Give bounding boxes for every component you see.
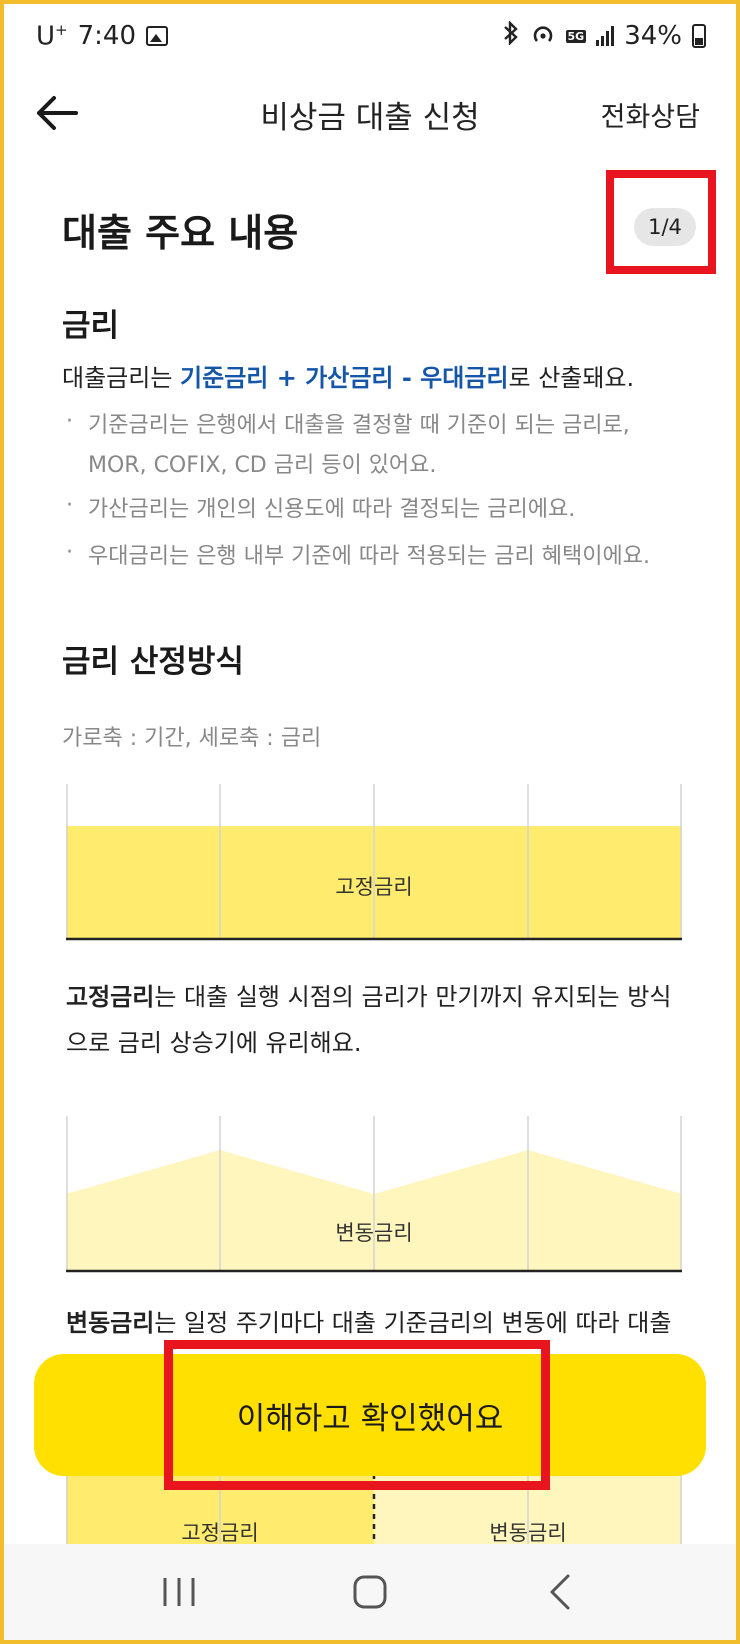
phone-consult-link[interactable]: 전화상담 bbox=[601, 95, 700, 134]
status-bar: U+ 7:40 5G 34% bbox=[4, 4, 736, 68]
carrier-label: U+ bbox=[36, 20, 68, 52]
rate-bullet: 가산금리는 개인의 신용도에 따라 결정되는 금리에요. bbox=[62, 486, 682, 530]
fixed-rate-svg: 고정금리 bbox=[66, 784, 682, 941]
rate-formula: 기준금리 + 가산금리 - 우대금리 bbox=[180, 364, 509, 392]
axis-note: 가로축 : 기간, 세로축 : 금리 bbox=[62, 726, 322, 751]
recent-apps-icon[interactable] bbox=[149, 1562, 209, 1622]
clock: 7:40 bbox=[77, 21, 136, 51]
variable-rate-chart: 변동금리 bbox=[66, 1116, 682, 1276]
rate-heading: 금리 bbox=[62, 308, 120, 344]
rate-intro: 대출금리는 기준금리 + 가산금리 - 우대금리로 산출돼요. bbox=[62, 364, 635, 392]
rate-bullet: 기준금리는 은행에서 대출을 결정할 때 기준이 되는 금리로, MOR, CO… bbox=[62, 402, 682, 486]
battery-icon bbox=[692, 24, 706, 48]
calc-heading: 금리 산정방식 bbox=[62, 644, 244, 680]
mixed-variable-label: 변동금리 bbox=[489, 1521, 566, 1544]
battery-percent: 34% bbox=[624, 21, 682, 51]
fixed-rate-description: 고정금리는 대출 실행 시점의 금리가 만기까지 유지되는 방식으로 금리 상승… bbox=[66, 983, 672, 1057]
variable-rate-svg: 변동금리 bbox=[66, 1116, 682, 1273]
fixed-rate-chart: 고정금리 bbox=[66, 784, 682, 944]
network-type-badge: 5G bbox=[565, 29, 587, 43]
back-nav-icon[interactable] bbox=[531, 1562, 591, 1622]
variable-rate-label: 변동금리 bbox=[335, 1221, 412, 1245]
status-left: U+ 7:40 bbox=[36, 20, 168, 52]
annotation-highlight-box bbox=[606, 170, 716, 274]
annotation-highlight-box bbox=[164, 1340, 550, 1490]
status-right: 5G 34% bbox=[502, 19, 706, 52]
image-notification-icon bbox=[146, 26, 168, 46]
hotspot-icon bbox=[530, 21, 556, 52]
section-title: 대출 주요 내용 bbox=[62, 211, 299, 255]
mixed-fixed-label: 고정금리 bbox=[181, 1521, 258, 1544]
app-screen: U+ 7:40 5G 34% 비상금 대출 신청 전화상담 대출 주요 내용 1… bbox=[4, 4, 736, 1640]
rate-bullet: 우대금리는 은행 내부 기준에 따라 적용되는 금리 혜택이에요. bbox=[62, 533, 682, 577]
system-nav-bar bbox=[4, 1544, 736, 1640]
fixed-rate-label: 고정금리 bbox=[335, 875, 412, 899]
home-icon[interactable] bbox=[340, 1562, 400, 1622]
app-header: 비상금 대출 신청 전화상담 bbox=[4, 68, 736, 160]
signal-icon bbox=[596, 26, 615, 46]
bluetooth-icon bbox=[502, 19, 520, 52]
